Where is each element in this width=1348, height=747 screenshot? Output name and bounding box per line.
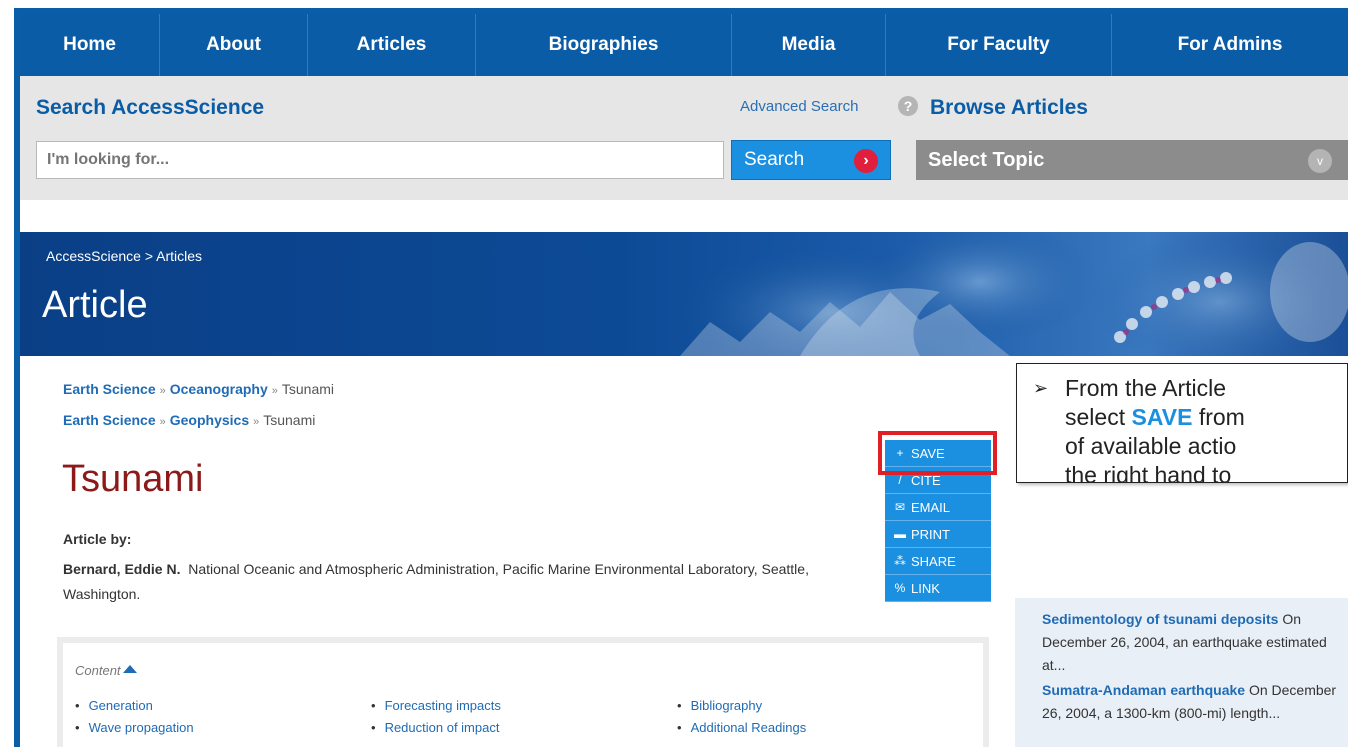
topic-select[interactable]: Select Topic v — [916, 140, 1348, 180]
nav-articles[interactable]: Articles — [308, 14, 476, 76]
topic-path-link[interactable]: Oceanography — [170, 381, 268, 397]
callout-line-2a: select — [1065, 404, 1126, 430]
share-button[interactable]: ⁂ SHARE — [885, 548, 991, 575]
email-button[interactable]: ✉ EMAIL — [885, 494, 991, 521]
topic-select-value: Select Topic — [928, 148, 1045, 171]
toc-link[interactable]: Bibliography — [677, 695, 806, 717]
nav-biographies[interactable]: Biographies — [476, 14, 732, 76]
related-link[interactable]: Sedimentology of tsunami deposits — [1042, 611, 1278, 627]
callout-line-1: From the Article — [1065, 375, 1227, 401]
share-label: SHARE — [911, 553, 956, 569]
arrow-right-icon: › — [854, 149, 878, 173]
share-icon: ⁂ — [894, 554, 906, 568]
breadcrumb[interactable]: AccessScience > Articles — [46, 248, 202, 264]
print-button[interactable]: ▬ PRINT — [885, 521, 991, 548]
related-item: Sumatra-Andaman earthquake On December 2… — [1042, 679, 1338, 725]
path-separator: » — [253, 416, 260, 428]
toc-link[interactable]: Forecasting impacts — [371, 695, 501, 717]
chevron-down-icon: v — [1308, 149, 1332, 173]
author-info: Bernard, Eddie N. National Oceanic and A… — [63, 557, 833, 607]
callout-text: ➢ From the Article select SAVE from of a… — [1033, 374, 1347, 483]
path-separator: » — [159, 385, 166, 397]
callout-highlight: SAVE — [1131, 404, 1193, 430]
topic-path: Earth Science» Oceanography» Tsunami — [63, 381, 334, 397]
browse-title: Browse Articles — [930, 96, 1088, 119]
search-input[interactable] — [36, 141, 724, 179]
path-separator: » — [159, 416, 166, 428]
link-button[interactable]: % LINK — [885, 575, 991, 602]
related-item: Sedimentology of tsunami deposits On Dec… — [1042, 608, 1338, 677]
search-button-label: Search — [744, 149, 805, 170]
topic-path-link[interactable]: Earth Science — [63, 412, 156, 428]
search-button[interactable]: Search › — [731, 140, 891, 180]
email-label: EMAIL — [911, 499, 951, 515]
print-label: PRINT — [911, 526, 950, 542]
toc-link[interactable]: Additional Readings — [677, 717, 807, 739]
science-collage-image — [670, 232, 1348, 356]
collapse-arrow-icon[interactable] — [123, 665, 137, 673]
quote-icon: / — [898, 473, 902, 487]
contents-heading: Content — [75, 663, 121, 678]
save-highlight-box — [878, 431, 997, 475]
nav-media[interactable]: Media — [732, 14, 886, 76]
page-title: Article — [42, 284, 148, 326]
path-separator: » — [271, 385, 278, 397]
callout-line-2b: from — [1198, 404, 1245, 430]
callout-line-4: the right hand to — [1065, 462, 1232, 483]
toc-link[interactable]: Wave propagation — [75, 717, 194, 739]
printer-icon: ▬ — [894, 527, 906, 541]
toc-link[interactable]: Reduction of impact — [371, 717, 501, 739]
article-title: Tsunami — [62, 458, 204, 500]
related-link[interactable]: Sumatra-Andaman earthquake — [1042, 682, 1245, 698]
article-by-label: Article by: — [63, 531, 132, 547]
author-name[interactable]: Bernard, Eddie N. — [63, 561, 180, 577]
nav-for-admins[interactable]: For Admins — [1112, 14, 1348, 76]
toc-column: Forecasting impacts Reduction of impact — [371, 695, 501, 739]
related-articles: Sedimentology of tsunami deposits On Dec… — [1015, 598, 1348, 747]
topic-path-current: Tsunami — [263, 412, 316, 428]
toc-column: Bibliography Additional Readings — [677, 695, 807, 739]
nav-for-faculty[interactable]: For Faculty — [886, 14, 1112, 76]
search-band: Search AccessScience Advanced Search ? B… — [20, 76, 1348, 200]
toc-column: Generation Wave propagation — [75, 695, 194, 739]
callout-line-3: of available actio — [1065, 433, 1237, 459]
envelope-icon: ✉ — [894, 500, 906, 514]
link-label: LINK — [911, 580, 940, 596]
contents-box: Content Generation Wave propagation Fore… — [57, 637, 989, 747]
main-nav: Home About Articles Biographies Media Fo… — [20, 14, 1348, 76]
toc-link[interactable]: Generation — [75, 695, 194, 717]
topic-path-link[interactable]: Geophysics — [170, 412, 249, 428]
help-icon[interactable]: ? — [898, 96, 918, 116]
arrow-bullet-icon: ➢ — [1033, 378, 1049, 398]
topic-path: Earth Science» Geophysics» Tsunami — [63, 412, 315, 428]
hero-banner: AccessScience > Articles Article — [20, 232, 1348, 356]
nav-about[interactable]: About — [160, 14, 308, 76]
topic-path-current: Tsunami — [281, 381, 335, 397]
link-icon: % — [894, 581, 906, 595]
instruction-callout: ➢ From the Article select SAVE from of a… — [1016, 363, 1348, 483]
topic-path-link[interactable]: Earth Science — [63, 381, 156, 397]
advanced-search-link[interactable]: Advanced Search — [740, 98, 858, 115]
search-title: Search AccessScience — [36, 96, 265, 119]
nav-home[interactable]: Home — [20, 14, 160, 76]
